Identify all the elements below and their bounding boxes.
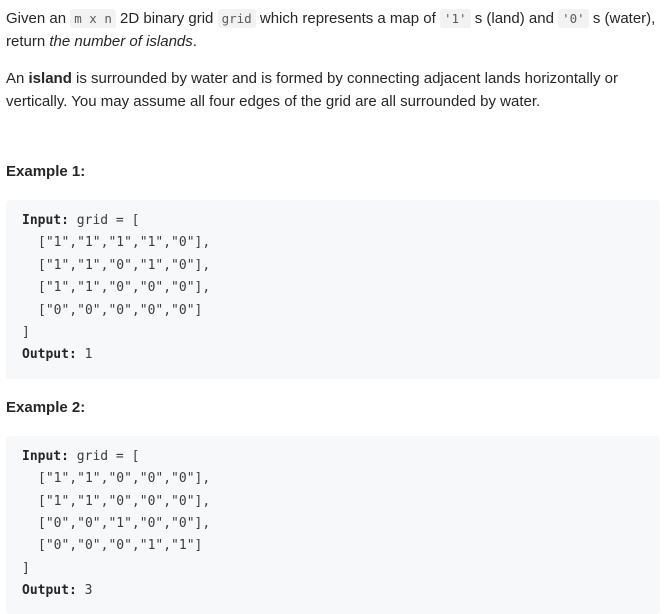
output-label: Output: <box>22 347 77 363</box>
intro-text: 2D binary grid <box>115 10 218 27</box>
definition-text: is surrounded by water and is formed by … <box>6 70 619 110</box>
example-1-title: Example 1: <box>6 163 86 180</box>
input-label: Input: <box>22 448 69 464</box>
intro-text: . <box>192 33 197 50</box>
inline-code-zero: '0' <box>558 9 589 28</box>
island-term: island <box>28 70 72 87</box>
input-head: grid = [ <box>76 213 140 228</box>
output-value: 1 <box>84 347 93 363</box>
grid-close: ] <box>22 324 30 340</box>
example-2-title: Example 2: <box>6 398 86 416</box>
output-label: Output: <box>22 583 77 599</box>
intro-emphasis: the number of islands <box>49 33 193 50</box>
grid-row: ["1","1","1","1","0"], <box>38 235 211 251</box>
example-1-input-line: Input: grid = [ <box>22 210 644 232</box>
input-label: Input: <box>22 213 69 228</box>
grid-row: ["1","1","0","1","0"], <box>38 257 211 273</box>
problem-description: Given an m x n 2D binary grid grid which… <box>0 0 667 614</box>
example-2-code-block: Input: grid = [ ["1","1","0","0","0"], ["1… <box>6 435 660 614</box>
inline-code-mxn: m x n <box>70 9 116 28</box>
example-2-input-line: Input: grid = [ <box>22 446 644 468</box>
inline-code-grid: grid <box>217 9 256 28</box>
intro-paragraph: Given an m x n 2D binary grid grid which… <box>6 0 661 53</box>
intro-text: which represents a map of <box>255 10 440 27</box>
grid-close: ] <box>22 560 30 576</box>
island-definition-paragraph: An island is surrounded by water and is … <box>6 67 661 113</box>
intro-text: Given an <box>6 10 71 27</box>
grid-row: ["1","1","0","0","0"], <box>38 471 211 487</box>
output-value: 3 <box>84 583 93 599</box>
example-2-output-line: Output: 3 <box>22 580 644 602</box>
example-1-code-block: Input: grid = [ ["1","1","1","1","0"], ["1… <box>6 200 660 379</box>
example-1-output-line: Output: 1 <box>22 344 644 366</box>
input-head: grid = [ <box>76 448 140 464</box>
grid-row: ["0","0","1","0","0"], <box>38 515 211 531</box>
intro-text: s (land) and <box>470 10 559 27</box>
grid-row: ["1","1","0","0","0"], <box>38 493 211 509</box>
definition-text: An <box>6 70 29 87</box>
grid-row: ["1","1","0","0","0"], <box>38 280 211 296</box>
grid-row: ["0","0","0","1","1"] <box>38 538 203 554</box>
inline-code-one: '1' <box>439 9 471 28</box>
grid-row: ["0","0","0","0","0"] <box>38 302 203 318</box>
